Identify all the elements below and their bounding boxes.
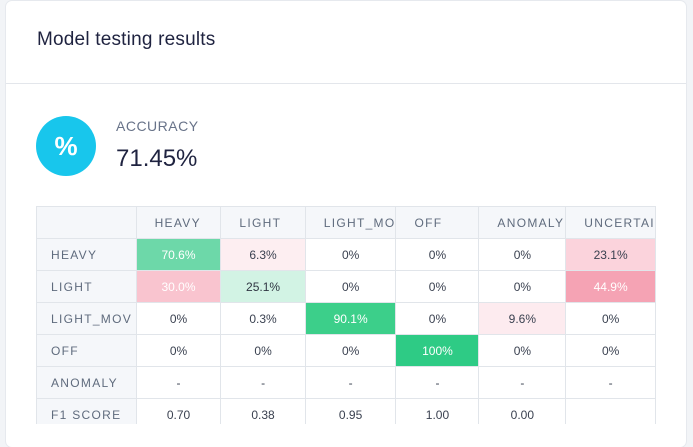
matrix-cell: 0.3% xyxy=(220,302,306,335)
matrix-row: LIGHT_MOV 0% 0.3% 90.1% 0% 9.6% 0% xyxy=(36,302,656,335)
row-header: OFF xyxy=(36,334,137,367)
matrix-cell: - xyxy=(135,366,222,399)
matrix-cell: 0% xyxy=(135,334,222,367)
matrix-cell: 0% xyxy=(220,334,306,367)
column-header: ANOMALY xyxy=(478,206,567,239)
column-header: UNCERTAI xyxy=(565,206,656,239)
card-title: Model testing results xyxy=(37,29,216,50)
matrix-cell: 0% xyxy=(478,238,567,271)
column-header: HEAVY xyxy=(135,206,222,239)
matrix-cell: 0% xyxy=(304,270,397,303)
matrix-cell: 0% xyxy=(395,270,480,303)
matrix-cell: 1.00 xyxy=(395,398,480,424)
matrix-cell: 0% xyxy=(478,270,567,303)
matrix-row: OFF 0% 0% 0% 100% 0% 0% xyxy=(36,334,656,367)
matrix-cell: - xyxy=(304,366,397,399)
matrix-cell: 0.95 xyxy=(304,398,397,424)
matrix-cell: 0.00 xyxy=(478,398,567,424)
row-header: LIGHT_MOV xyxy=(36,302,137,335)
matrix-row: HEAVY 70.6% 6.3% 0% 0% 0% 23.1% xyxy=(36,238,656,271)
matrix-cell: 0% xyxy=(565,334,656,367)
matrix-cell: - xyxy=(395,366,480,399)
matrix-row: LIGHT 30.0% 25.1% 0% 0% 0% 44.9% xyxy=(36,270,656,303)
matrix-row: ANOMALY - - - - - - xyxy=(36,366,656,399)
column-header: OFF xyxy=(395,206,480,239)
matrix-cell: 6.3% xyxy=(220,238,306,271)
matrix-cell: 0.38 xyxy=(220,398,306,424)
matrix-cell: 0.70 xyxy=(135,398,222,424)
matrix-cell: 70.6% xyxy=(135,238,222,271)
accuracy-label: ACCURACY xyxy=(116,118,199,134)
matrix-cell: 0% xyxy=(135,302,222,335)
confusion-matrix-table: HEAVY LIGHT LIGHT_MO OFF ANOMALY UNCERTA… xyxy=(36,206,656,424)
confusion-matrix: HEAVY LIGHT LIGHT_MO OFF ANOMALY UNCERTA… xyxy=(36,206,656,424)
row-header: F1 SCORE xyxy=(36,398,137,424)
matrix-cell: 44.9% xyxy=(565,270,656,303)
matrix-cell: 0% xyxy=(304,334,397,367)
card-header: Model testing results xyxy=(6,1,686,84)
matrix-cell: - xyxy=(220,366,306,399)
column-header: LIGHT xyxy=(220,206,306,239)
matrix-header-row: HEAVY LIGHT LIGHT_MO OFF ANOMALY UNCERTA… xyxy=(36,206,656,239)
column-header: LIGHT_MO xyxy=(304,206,397,239)
percent-icon: % xyxy=(36,116,96,176)
accuracy-value: 71.45% xyxy=(116,145,198,172)
matrix-cell: 0% xyxy=(478,334,567,367)
matrix-cell: - xyxy=(478,366,567,399)
matrix-cell: 100% xyxy=(395,334,480,367)
matrix-cell: 9.6% xyxy=(478,302,567,335)
row-header: HEAVY xyxy=(36,238,137,271)
matrix-cell xyxy=(565,398,656,424)
matrix-cell: 0% xyxy=(565,302,656,335)
matrix-cell: 90.1% xyxy=(304,302,397,335)
matrix-cell: - xyxy=(565,366,656,399)
matrix-row: F1 SCORE 0.70 0.38 0.95 1.00 0.00 xyxy=(36,398,656,424)
accuracy-summary: % ACCURACY 71.45% xyxy=(6,84,686,194)
matrix-cell: 0% xyxy=(395,238,480,271)
matrix-cell: 0% xyxy=(304,238,397,271)
matrix-cell: 0% xyxy=(395,302,480,335)
matrix-cell: 30.0% xyxy=(135,270,222,303)
row-header: ANOMALY xyxy=(36,366,137,399)
matrix-cell: 25.1% xyxy=(220,270,306,303)
model-testing-card: Model testing results % ACCURACY 71.45% … xyxy=(6,1,686,447)
matrix-corner xyxy=(36,206,137,239)
row-header: LIGHT xyxy=(36,270,137,303)
matrix-cell: 23.1% xyxy=(565,238,656,271)
